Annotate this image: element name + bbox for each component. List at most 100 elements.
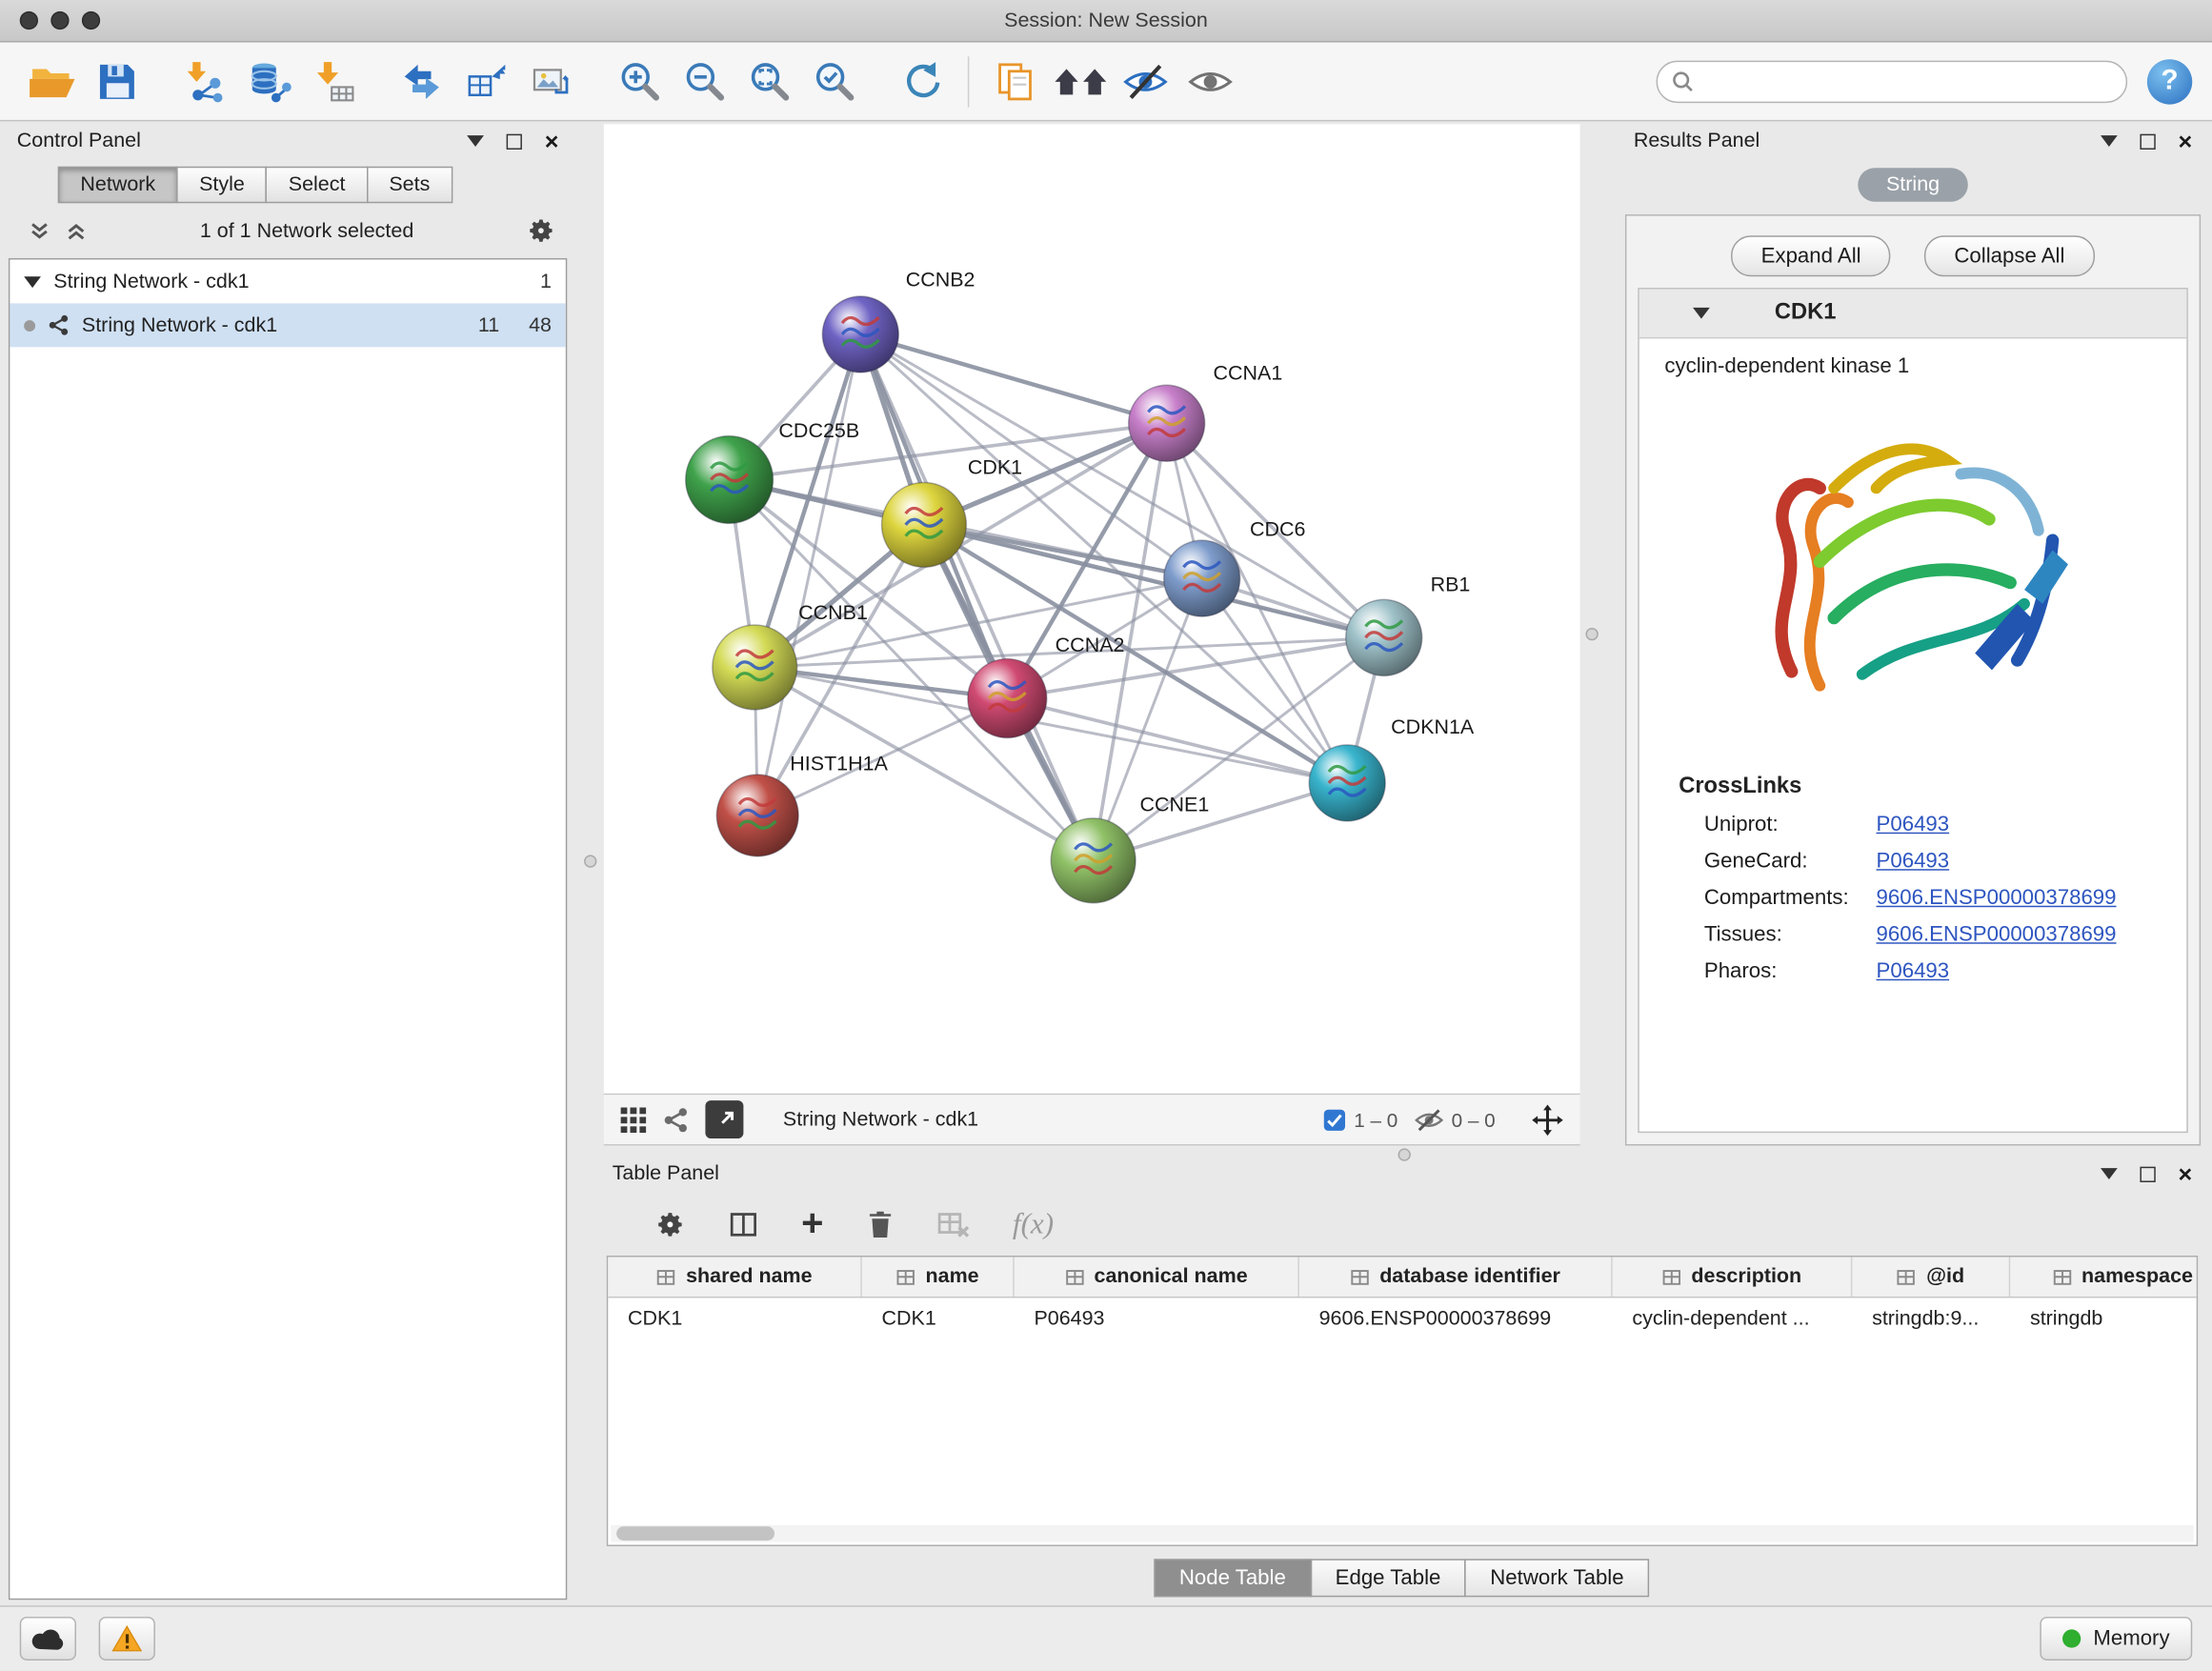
tab-string[interactable]: String (1858, 168, 1967, 202)
network-collection-row[interactable]: String Network - cdk1 1 (10, 259, 565, 303)
table-cell: stringdb (2010, 1307, 2198, 1330)
zoom-in-button[interactable] (607, 49, 672, 113)
gear-icon[interactable] (526, 216, 555, 246)
import-network-file-button[interactable] (172, 49, 237, 113)
refresh-button[interactable] (889, 49, 954, 113)
gene-section-header[interactable]: CDK1 (1639, 290, 2187, 339)
node-label: HIST1H1A (790, 753, 888, 775)
network-node-ccnb1[interactable]: CCNB1 (713, 601, 868, 710)
network-node-rb1[interactable]: RB1 (1346, 573, 1471, 675)
function-builder-fx-icon[interactable]: f(x) (1013, 1206, 1054, 1241)
crosslink-link[interactable]: P06493 (1877, 849, 1950, 873)
table-row[interactable]: CDK1CDK1P064939606.ENSP00000378699cyclin… (608, 1298, 2196, 1339)
tab-select[interactable]: Select (266, 167, 368, 204)
toolbar-search[interactable] (1657, 60, 2128, 102)
memory-button[interactable]: Memory (2040, 1617, 2192, 1661)
network-edge[interactable] (860, 334, 1166, 423)
add-column-plus-icon[interactable]: + (801, 1205, 823, 1243)
table-panel-title: Table Panel (613, 1162, 719, 1185)
panel-close-icon[interactable]: × (2179, 129, 2193, 152)
cloud-button[interactable] (20, 1617, 76, 1661)
panel-float-icon[interactable] (2141, 1166, 2156, 1181)
splitter-handle[interactable] (584, 855, 596, 867)
panel-collapse-icon[interactable] (467, 135, 484, 147)
home-view-button[interactable] (1048, 49, 1113, 113)
network-overview-share-icon[interactable] (663, 1107, 689, 1133)
panel-float-icon[interactable] (2141, 133, 2156, 149)
import-network-database-button[interactable] (237, 49, 302, 113)
crosslink-link[interactable]: 9606.ENSP00000378699 (1877, 922, 2117, 946)
network-edge[interactable] (860, 334, 1093, 860)
collapse-all-chevrons-icon[interactable] (29, 219, 51, 242)
expand-all-button[interactable]: Expand All (1732, 235, 1891, 276)
column-header-canonical-name[interactable]: canonical name (1015, 1257, 1299, 1296)
image-export-icon (529, 60, 573, 102)
zoom-selected-button[interactable] (801, 49, 866, 113)
panel-close-icon[interactable]: × (545, 129, 559, 152)
network-node-ccne1[interactable]: CCNE1 (1051, 793, 1209, 902)
network-node-ccna1[interactable]: CCNA1 (1129, 361, 1283, 461)
detach-view-button[interactable] (705, 1100, 743, 1138)
crosslink-link[interactable]: 9606.ENSP00000378699 (1877, 885, 2117, 909)
delete-table-icon[interactable] (936, 1208, 971, 1239)
column-header-shared-name[interactable]: shared name (608, 1257, 862, 1296)
panel-collapse-icon[interactable] (2101, 135, 2118, 147)
zoom-out-button[interactable] (672, 49, 736, 113)
network-edge[interactable] (757, 334, 860, 815)
tree-expand-caret-icon[interactable] (24, 276, 41, 288)
column-header-description[interactable]: description (1613, 1257, 1853, 1296)
delete-column-trash-icon[interactable] (866, 1208, 895, 1239)
save-session-button[interactable] (85, 49, 150, 113)
export-image-button[interactable] (519, 49, 584, 113)
network-node-cdk1[interactable]: CDK1 (882, 456, 1023, 568)
crosslink-link[interactable]: P06493 (1877, 958, 1950, 982)
help-button[interactable]: ? (2147, 58, 2192, 103)
column-header-label: namespace (2081, 1265, 2193, 1288)
expand-all-chevrons-icon[interactable] (65, 219, 88, 242)
network-graph[interactable]: CCNB2CCNA1CDC25BCDK1CDC6RB1CCNB1CCNA2CDK… (604, 124, 1580, 1093)
splitter-handle[interactable] (1585, 628, 1598, 640)
network-node-cdkn1a[interactable]: CDKN1A (1309, 715, 1475, 821)
tab-style[interactable]: Style (176, 167, 267, 204)
search-input[interactable] (1705, 70, 2111, 92)
clone-network-button[interactable] (390, 49, 454, 113)
network-canvas[interactable]: CCNB2CCNA1CDC25BCDK1CDC6RB1CCNB1CCNA2CDK… (604, 124, 1580, 1093)
zoom-fit-button[interactable] (736, 49, 801, 113)
copy-document-button[interactable] (983, 49, 1048, 113)
open-session-button[interactable] (20, 49, 85, 113)
tab-node-table[interactable]: Node Table (1154, 1559, 1311, 1597)
column-header-name[interactable]: name (862, 1257, 1015, 1296)
network-node-cdc25b[interactable]: CDC25B (686, 419, 859, 523)
crosslink-link[interactable]: P06493 (1877, 812, 1950, 836)
column-icon (1897, 1268, 1917, 1286)
section-caret-icon[interactable] (1693, 308, 1710, 319)
network-node-hist1h1a[interactable]: HIST1H1A (716, 753, 888, 856)
tab-sets[interactable]: Sets (367, 167, 452, 204)
hide-selected-button[interactable] (1113, 49, 1177, 113)
tab-edge-table[interactable]: Edge Table (1310, 1559, 1466, 1597)
birds-eye-grid-icon[interactable] (621, 1107, 647, 1133)
show-all-button[interactable] (1178, 49, 1243, 113)
panel-float-icon[interactable] (507, 133, 522, 149)
network-from-table-button[interactable] (454, 49, 519, 113)
table-settings-gear-icon[interactable] (654, 1208, 686, 1239)
column-header-id[interactable]: @id (1852, 1257, 2010, 1296)
scrollbar-thumb[interactable] (616, 1526, 774, 1540)
collapse-all-button[interactable]: Collapse All (1924, 235, 2094, 276)
horizontal-scrollbar[interactable] (611, 1525, 2194, 1542)
panel-collapse-icon[interactable] (2101, 1168, 2118, 1179)
warnings-button[interactable] (99, 1617, 155, 1661)
pan-crosshair-icon[interactable] (1532, 1104, 1563, 1136)
column-header-namespace[interactable]: namespace (2010, 1257, 2198, 1296)
tab-network-table[interactable]: Network Table (1465, 1559, 1650, 1597)
column-header-label: canonical name (1095, 1265, 1248, 1288)
network-row[interactable]: String Network - cdk1 11 48 (10, 303, 565, 347)
import-table-button[interactable] (302, 49, 367, 113)
column-header-database-identifier[interactable]: database identifier (1299, 1257, 1613, 1296)
table-cell: P06493 (1015, 1307, 1299, 1330)
splitter-handle[interactable] (1398, 1148, 1411, 1160)
panel-close-icon[interactable]: × (2179, 1161, 2193, 1185)
tab-network[interactable]: Network (58, 167, 178, 204)
show-columns-icon[interactable] (728, 1208, 759, 1239)
network-selection-status-row: 1 of 1 Network selected (9, 203, 567, 252)
